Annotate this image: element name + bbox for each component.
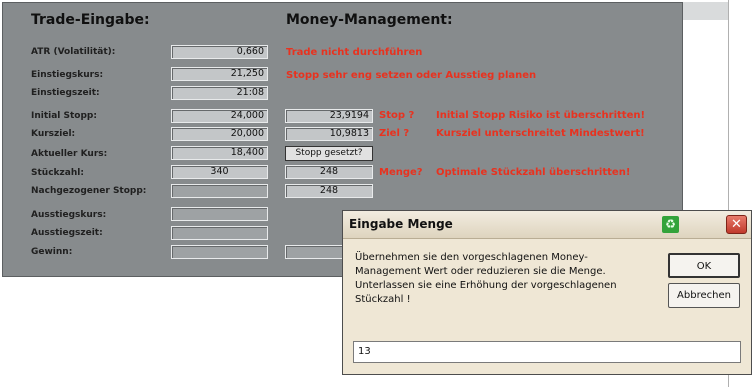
menge-calc-field[interactable]: 248 [285,165,373,179]
nachgezogener-stopp-field[interactable] [171,184,268,198]
gewinn-field[interactable] [171,245,268,259]
dialog-message: Übernehmen sie den vorgeschlagenen Money… [355,252,617,305]
kursziel-field[interactable]: 20,000 [171,127,268,141]
einstiegskurs-label: Einstiegskurs: [31,70,104,80]
atr-field[interactable]: 0,660 [171,45,268,59]
stueckzahl-field[interactable]: 340 [171,165,268,179]
einstiegszeit-field[interactable]: 21:08 [171,86,268,100]
stopp-gesetzt-button[interactable]: Stopp gesetzt? [285,146,373,161]
dialog-title: Eingabe Menge [349,217,453,231]
ok-button[interactable]: OK [668,253,740,278]
nachgezogener-stopp-label: Nachgezogener Stopp: [31,186,147,196]
menge-tag: Menge? [379,167,423,178]
background-strip [683,2,728,20]
ausstiegskurs-field[interactable] [171,207,268,221]
einstiegszeit-label: Einstiegszeit: [31,88,100,98]
atr-label: ATR (Volatilität): [31,47,116,57]
stop-warning: Initial Stopp Risiko ist überschritten! [436,110,646,121]
eingabe-menge-dialog: Eingabe Menge ♻ ✕ Übernehmen sie den vor… [342,210,752,375]
ausstiegszeit-field[interactable] [171,226,268,240]
stop-calc-field[interactable]: 23,9194 [285,109,373,123]
aktueller-kurs-label: Aktueller Kurs: [31,149,108,159]
stop-tag: Stop ? [379,110,415,121]
ziel-warning: Kursziel unterschreitet Mindestwert! [436,128,645,139]
aktueller-kurs-field[interactable]: 18,400 [171,146,268,160]
recycle-icon: ♻ [662,216,679,233]
menge-input[interactable]: 13 [353,341,741,363]
stopp-eng-warning: Stopp sehr eng setzen oder Ausstieg plan… [286,70,537,81]
einstiegskurs-field[interactable]: 21,250 [171,67,268,81]
money-header: Money-Management: [286,12,453,28]
ausstiegskurs-label: Ausstiegskurs: [31,210,107,220]
cancel-button[interactable]: Abbrechen [668,283,740,308]
nachgezogen-calc-field[interactable]: 248 [285,184,373,198]
gewinn-label: Gewinn: [31,247,73,257]
initial-stopp-field[interactable]: 24,000 [171,109,268,123]
dialog-titlebar[interactable]: Eingabe Menge ♻ ✕ [343,211,751,239]
gewinn-calc-field[interactable] [285,245,343,259]
ziel-tag: Ziel ? [379,128,410,139]
trade-header: Trade-Eingabe: [31,12,150,28]
kursziel-label: Kursziel: [31,129,76,139]
ziel-calc-field[interactable]: 10,9813 [285,127,373,141]
menge-warning: Optimale Stückzahl überschritten! [436,167,631,178]
initial-stopp-label: Initial Stopp: [31,111,97,121]
stueckzahl-label: Stückzahl: [31,168,84,178]
ausstiegszeit-label: Ausstiegszeit: [31,228,103,238]
trade-warning: Trade nicht durchführen [286,47,423,58]
close-icon[interactable]: ✕ [726,215,747,234]
